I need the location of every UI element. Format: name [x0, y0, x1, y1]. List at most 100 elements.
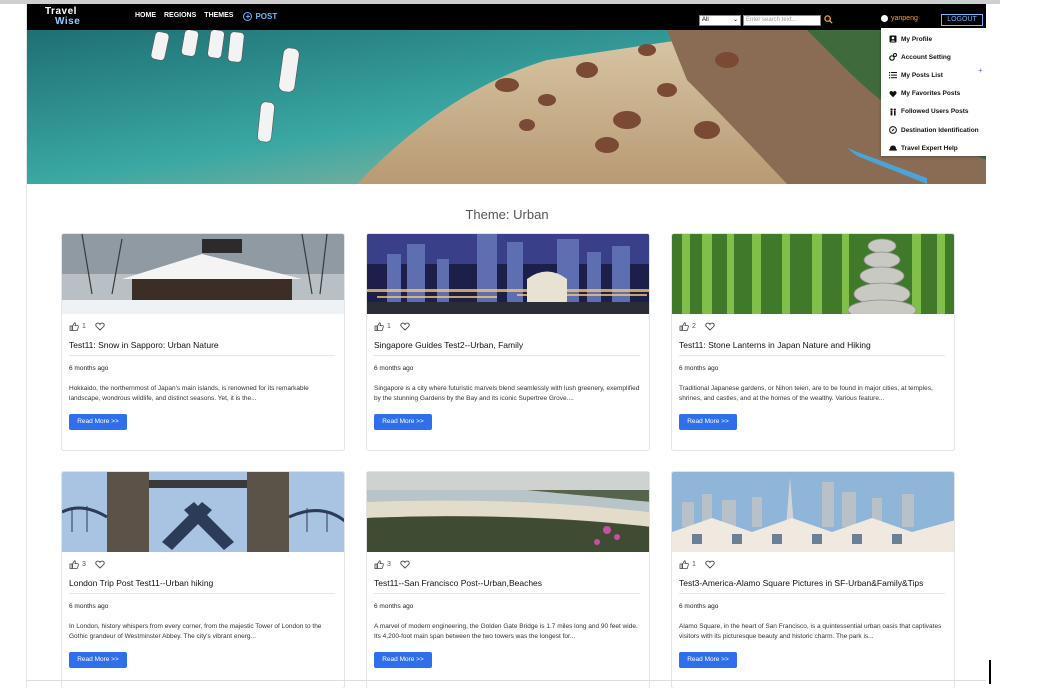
thumbs-up-icon[interactable]	[69, 322, 79, 331]
search-category-select[interactable]: All ⌄	[699, 15, 741, 26]
post-card[interactable]: 3 London Trip Post Test11--Urban hiking …	[61, 471, 345, 688]
nav-home[interactable]: HOME	[135, 12, 156, 21]
post-image[interactable]	[367, 472, 649, 552]
menu-item-account-setting[interactable]: Account Setting	[881, 48, 986, 66]
post-timestamp: 6 months ago	[679, 365, 719, 372]
thumbs-up-icon[interactable]	[374, 560, 384, 569]
like-count: 1	[387, 323, 391, 330]
menu-item-my-profile[interactable]: My Profile	[881, 30, 986, 48]
menu-item-label: My Favorites Posts	[901, 90, 961, 98]
thumbs-up-icon[interactable]	[374, 322, 384, 331]
post-image[interactable]	[367, 234, 649, 314]
post-timestamp: 6 months ago	[679, 603, 719, 610]
expert-hat-icon	[889, 145, 897, 151]
post-image[interactable]	[62, 234, 344, 314]
post-title[interactable]: Test3-America-Alamo Square Pictures in S…	[679, 578, 923, 588]
divider	[679, 355, 945, 356]
heart-icon[interactable]	[400, 322, 410, 331]
post-title[interactable]: Test11: Stone Lanterns in Japan Nature a…	[679, 340, 871, 350]
plus-circle-icon: +	[243, 12, 253, 21]
search-icon[interactable]	[824, 15, 833, 24]
post-excerpt: Alamo Square, in the heart of San Franci…	[679, 623, 942, 640]
post-timestamp: 6 months ago	[69, 603, 109, 610]
post-reactions: 1	[679, 560, 715, 569]
post-excerpt: Traditional Japanese gardens, or Nihon t…	[679, 385, 933, 402]
read-more-button[interactable]: Read More >>	[374, 652, 432, 668]
menu-item-label: Followed Users Posts	[901, 108, 969, 116]
heart-icon[interactable]	[95, 560, 105, 569]
nav-themes[interactable]: THEMES	[204, 12, 233, 21]
menu-item-my-favorites[interactable]: My Favorites Posts	[881, 85, 986, 103]
site-logo[interactable]: Travel Wise	[45, 7, 80, 27]
menu-item-travel-expert-help[interactable]: Travel Expert Help	[881, 139, 986, 157]
menu-item-my-posts-list[interactable]: My Posts List	[881, 66, 986, 84]
post-image[interactable]	[62, 472, 344, 552]
post-card[interactable]: 1 Test11: Snow in Sapporo: Urban Nature …	[61, 233, 345, 451]
user-menu-toggle[interactable]: yanpeng	[881, 15, 918, 22]
post-card[interactable]: 1 Test3-America-Alamo Square Pictures in…	[671, 471, 955, 688]
heart-icon[interactable]	[705, 322, 715, 331]
thumbs-up-icon[interactable]	[679, 560, 689, 569]
post-image[interactable]	[672, 234, 954, 314]
nav-post[interactable]: + POST	[243, 12, 277, 21]
menu-item-label: My Profile	[901, 35, 933, 43]
post-reactions: 1	[374, 322, 410, 331]
page: Travel Wise HOME REGIONS THEMES + POST A…	[26, 4, 986, 688]
thumbs-up-icon[interactable]	[69, 560, 79, 569]
menu-item-label: Destination Identification	[901, 126, 979, 134]
nav-post-label: POST	[255, 12, 278, 21]
hero-banner	[27, 30, 986, 184]
bottom-divider	[27, 680, 986, 681]
post-card[interactable]: 2 Test11: Stone Lanterns in Japan Nature…	[671, 233, 955, 451]
coastline-photo	[27, 30, 986, 184]
post-excerpt: In London, history whispers from every c…	[69, 623, 322, 640]
logout-button[interactable]: LOGOUT	[941, 14, 983, 26]
heart-icon[interactable]	[95, 322, 105, 331]
username: yanpeng	[891, 15, 918, 22]
post-timestamp: 6 months ago	[69, 365, 109, 372]
thumbs-up-icon[interactable]	[679, 322, 689, 331]
post-card[interactable]: 1 Singapore Guides Test2--Urban, Family …	[366, 233, 650, 451]
post-excerpt: A marvel of modern engineering, the Gold…	[374, 623, 638, 640]
menu-item-label: My Posts List	[901, 71, 943, 79]
select-value: All	[702, 17, 709, 23]
read-more-button[interactable]: Read More >>	[374, 414, 432, 430]
post-title[interactable]: Test11--San Francisco Post--Urban,Beache…	[374, 578, 542, 588]
menu-item-label: Travel Expert Help	[901, 144, 958, 152]
search-input[interactable]: Enter search text...	[743, 15, 821, 26]
read-more-button[interactable]: Read More >>	[69, 652, 127, 668]
navbar: Travel Wise HOME REGIONS THEMES + POST A…	[27, 4, 986, 30]
read-more-button[interactable]: Read More >>	[679, 652, 737, 668]
divider	[374, 593, 640, 594]
heart-icon[interactable]	[705, 560, 715, 569]
post-image[interactable]	[672, 472, 954, 552]
post-timestamp: 6 months ago	[374, 365, 414, 372]
menu-item-label: Account Setting	[901, 53, 951, 61]
post-reactions: 2	[679, 322, 715, 331]
profile-icon	[889, 35, 897, 43]
post-title[interactable]: Test11: Snow in Sapporo: Urban Nature	[69, 340, 219, 350]
divider	[69, 593, 335, 594]
menu-item-followed-users[interactable]: Followed Users Posts	[881, 103, 986, 121]
like-count: 3	[82, 561, 86, 568]
divider	[69, 355, 335, 356]
compass-icon	[889, 126, 897, 134]
like-count: 3	[387, 561, 391, 568]
user-dropdown-menu: My Profile Account Setting My Posts List…	[881, 28, 986, 156]
logo-line2: Wise	[55, 16, 81, 27]
heart-icon[interactable]	[400, 560, 410, 569]
post-reactions: 1	[69, 322, 105, 331]
followed-users-icon	[890, 108, 896, 116]
read-more-button[interactable]: Read More >>	[679, 414, 737, 430]
read-more-button[interactable]: Read More >>	[69, 414, 127, 430]
menu-item-destination-identification[interactable]: Destination Identification	[881, 121, 986, 139]
post-title[interactable]: Singapore Guides Test2--Urban, Family	[374, 340, 523, 350]
post-reactions: 3	[69, 560, 105, 569]
page-title: Theme: Urban	[465, 207, 549, 222]
divider	[374, 355, 640, 356]
post-title[interactable]: London Trip Post Test11--Urban hiking	[69, 578, 213, 588]
text-cursor	[989, 660, 991, 684]
like-count: 2	[692, 323, 696, 330]
nav-regions[interactable]: REGIONS	[164, 12, 196, 21]
post-card[interactable]: 3 Test11--San Francisco Post--Urban,Beac…	[366, 471, 650, 688]
